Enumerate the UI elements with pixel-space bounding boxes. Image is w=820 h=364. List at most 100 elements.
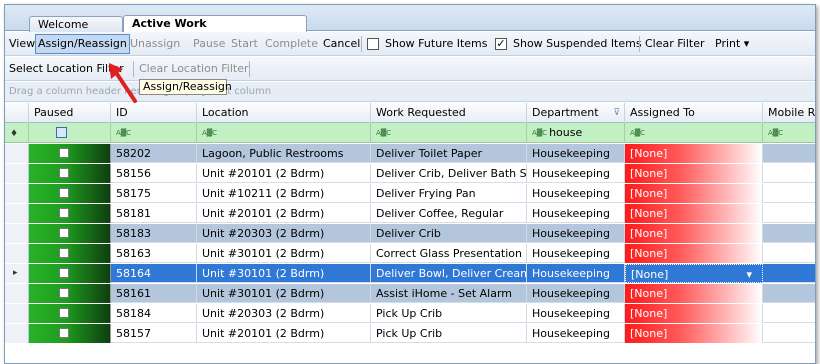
id-cell[interactable]: 58161 bbox=[111, 284, 197, 303]
mobile-cell[interactable] bbox=[763, 164, 815, 183]
mobile-cell[interactable] bbox=[763, 204, 815, 223]
column-header-id[interactable]: ID bbox=[111, 103, 197, 123]
location-cell[interactable]: Unit #30101 (2 Bdrm) bbox=[197, 284, 371, 303]
paused-checkbox[interactable] bbox=[59, 148, 69, 158]
paused-checkbox[interactable] bbox=[59, 188, 69, 198]
paused-cell[interactable] bbox=[29, 324, 111, 343]
row-indicator[interactable] bbox=[5, 164, 29, 183]
assigned-to-cell[interactable]: [None] ▾ bbox=[625, 264, 763, 283]
paused-cell[interactable] bbox=[29, 284, 111, 303]
column-header-department[interactable]: Department ⊽ bbox=[527, 103, 625, 123]
start-button[interactable]: Start bbox=[231, 36, 258, 52]
assigned-to-cell[interactable]: [None] bbox=[625, 304, 763, 323]
mobile-cell[interactable] bbox=[763, 284, 815, 303]
location-cell[interactable]: Unit #20101 (2 Bdrm) bbox=[197, 204, 371, 223]
assigned-to-cell[interactable]: [None] bbox=[625, 164, 763, 183]
table-row[interactable]: 58157 Unit #20101 (2 Bdrm) Pick Up Crib Hou… bbox=[5, 324, 815, 343]
paused-checkbox[interactable] bbox=[59, 208, 69, 218]
column-header-work-requested[interactable]: Work Requested bbox=[371, 103, 527, 123]
work-requested-cell[interactable]: Deliver Coffee, Regular bbox=[371, 204, 527, 223]
paused-cell[interactable] bbox=[29, 264, 111, 283]
mobile-cell[interactable] bbox=[763, 244, 815, 263]
assigned-to-cell[interactable]: [None] bbox=[625, 244, 763, 263]
paused-checkbox[interactable] bbox=[59, 308, 69, 318]
unassign-button[interactable]: Unassign bbox=[130, 36, 180, 52]
paused-checkbox[interactable] bbox=[59, 168, 69, 178]
filter-funnel-icon[interactable]: ⊽ bbox=[613, 103, 620, 123]
clear-location-filter-button[interactable]: Clear Location Filter bbox=[139, 61, 249, 77]
department-cell[interactable]: Housekeeping bbox=[527, 184, 625, 203]
work-requested-cell[interactable]: Deliver Toilet Paper bbox=[371, 144, 527, 163]
filter-cell-work-requested[interactable]: A▓C bbox=[371, 123, 527, 143]
department-cell[interactable]: Housekeeping bbox=[527, 324, 625, 343]
department-cell[interactable]: Housekeeping bbox=[527, 204, 625, 223]
filter-cell-assigned-to[interactable]: A▓C bbox=[625, 123, 763, 143]
location-cell[interactable]: Unit #30101 (2 Bdrm) bbox=[197, 244, 371, 263]
assigned-to-cell[interactable]: [None] bbox=[625, 204, 763, 223]
paused-cell[interactable] bbox=[29, 204, 111, 223]
pause-button[interactable]: Pause bbox=[193, 36, 225, 52]
table-row[interactable]: 58161 Unit #30101 (2 Bdrm) Assist iHome - … bbox=[5, 284, 815, 303]
assigned-to-cell[interactable]: [None] bbox=[625, 184, 763, 203]
work-requested-cell[interactable]: Deliver Crib, Deliver Bath Soa... bbox=[371, 164, 527, 183]
row-indicator[interactable] bbox=[5, 304, 29, 323]
department-cell[interactable]: Housekeeping bbox=[527, 224, 625, 243]
work-requested-cell[interactable]: Deliver Frying Pan bbox=[371, 184, 527, 203]
paused-checkbox[interactable] bbox=[59, 268, 69, 278]
paused-cell[interactable] bbox=[29, 244, 111, 263]
paused-checkbox[interactable] bbox=[59, 228, 69, 238]
paused-checkbox[interactable] bbox=[59, 328, 69, 338]
filter-cell-mobile[interactable]: A▓C bbox=[763, 123, 815, 143]
mobile-cell[interactable] bbox=[763, 184, 815, 203]
id-cell[interactable]: 58183 bbox=[111, 224, 197, 243]
paused-checkbox[interactable] bbox=[59, 288, 69, 298]
id-cell[interactable]: 58181 bbox=[111, 204, 197, 223]
id-cell[interactable]: 58202 bbox=[111, 144, 197, 163]
filter-cell-paused[interactable] bbox=[29, 123, 111, 143]
row-indicator[interactable] bbox=[5, 244, 29, 263]
column-header-paused[interactable]: Paused bbox=[29, 103, 111, 123]
location-cell[interactable]: Unit #30101 (2 Bdrm) bbox=[197, 264, 371, 283]
id-cell[interactable]: 58157 bbox=[111, 324, 197, 343]
assigned-to-cell[interactable]: [None] bbox=[625, 324, 763, 343]
location-cell[interactable]: Unit #20303 (2 Bdrm) bbox=[197, 224, 371, 243]
table-row[interactable]: 58183 Unit #20303 (2 Bdrm) Deliver Crib Hou… bbox=[5, 224, 815, 243]
assigned-to-cell[interactable]: [None] bbox=[625, 144, 763, 163]
table-row[interactable]: 58184 Unit #20303 (2 Bdrm) Pick Up Crib Hou… bbox=[5, 304, 815, 323]
filter-cell-department[interactable]: A▓C house bbox=[527, 123, 625, 143]
table-row[interactable]: 58156 Unit #20101 (2 Bdrm) Deliver Crib, D… bbox=[5, 164, 815, 183]
table-row[interactable]: ▸ 58164 Unit #30101 (2 Bdrm) Deliver Bowl, … bbox=[5, 264, 815, 283]
mobile-cell[interactable] bbox=[763, 264, 815, 283]
complete-button[interactable]: Complete bbox=[265, 36, 318, 52]
table-row[interactable]: 58181 Unit #20101 (2 Bdrm) Deliver Coffee,… bbox=[5, 204, 815, 223]
column-header-mobile[interactable]: Mobile Re bbox=[763, 103, 815, 123]
mobile-cell[interactable] bbox=[763, 144, 815, 163]
row-indicator[interactable] bbox=[5, 184, 29, 203]
work-requested-cell[interactable]: Pick Up Crib bbox=[371, 304, 527, 323]
location-cell[interactable]: Unit #20101 (2 Bdrm) bbox=[197, 324, 371, 343]
location-cell[interactable]: Unit #20303 (2 Bdrm) bbox=[197, 304, 371, 323]
location-cell[interactable]: Unit #10211 (2 Bdrm) bbox=[197, 184, 371, 203]
row-indicator[interactable] bbox=[5, 224, 29, 243]
work-requested-cell[interactable]: Correct Glass Presentation bbox=[371, 244, 527, 263]
work-requested-cell[interactable]: Assist iHome - Set Alarm bbox=[371, 284, 527, 303]
row-indicator[interactable] bbox=[5, 324, 29, 343]
mobile-cell[interactable] bbox=[763, 224, 815, 243]
cancel-button[interactable]: Cancel bbox=[323, 36, 360, 52]
row-indicator[interactable]: ▸ bbox=[5, 264, 29, 283]
table-row[interactable]: 58163 Unit #30101 (2 Bdrm) Correct Glass P… bbox=[5, 244, 815, 263]
mobile-cell[interactable] bbox=[763, 324, 815, 343]
column-header-location[interactable]: Location bbox=[197, 103, 371, 123]
id-cell[interactable]: 58184 bbox=[111, 304, 197, 323]
table-row[interactable]: 58175 Unit #10211 (2 Bdrm) Deliver Frying … bbox=[5, 184, 815, 203]
mobile-cell[interactable] bbox=[763, 304, 815, 323]
row-indicator[interactable] bbox=[5, 284, 29, 303]
work-requested-cell[interactable]: Deliver Crib bbox=[371, 224, 527, 243]
department-cell[interactable]: Housekeeping bbox=[527, 264, 625, 283]
department-cell[interactable]: Housekeeping bbox=[527, 164, 625, 183]
paused-checkbox[interactable] bbox=[59, 248, 69, 258]
location-cell[interactable]: Unit #20101 (2 Bdrm) bbox=[197, 164, 371, 183]
filter-checkbox-icon[interactable] bbox=[56, 127, 67, 138]
paused-cell[interactable] bbox=[29, 164, 111, 183]
clear-filter-button[interactable]: Clear Filter bbox=[645, 36, 705, 52]
